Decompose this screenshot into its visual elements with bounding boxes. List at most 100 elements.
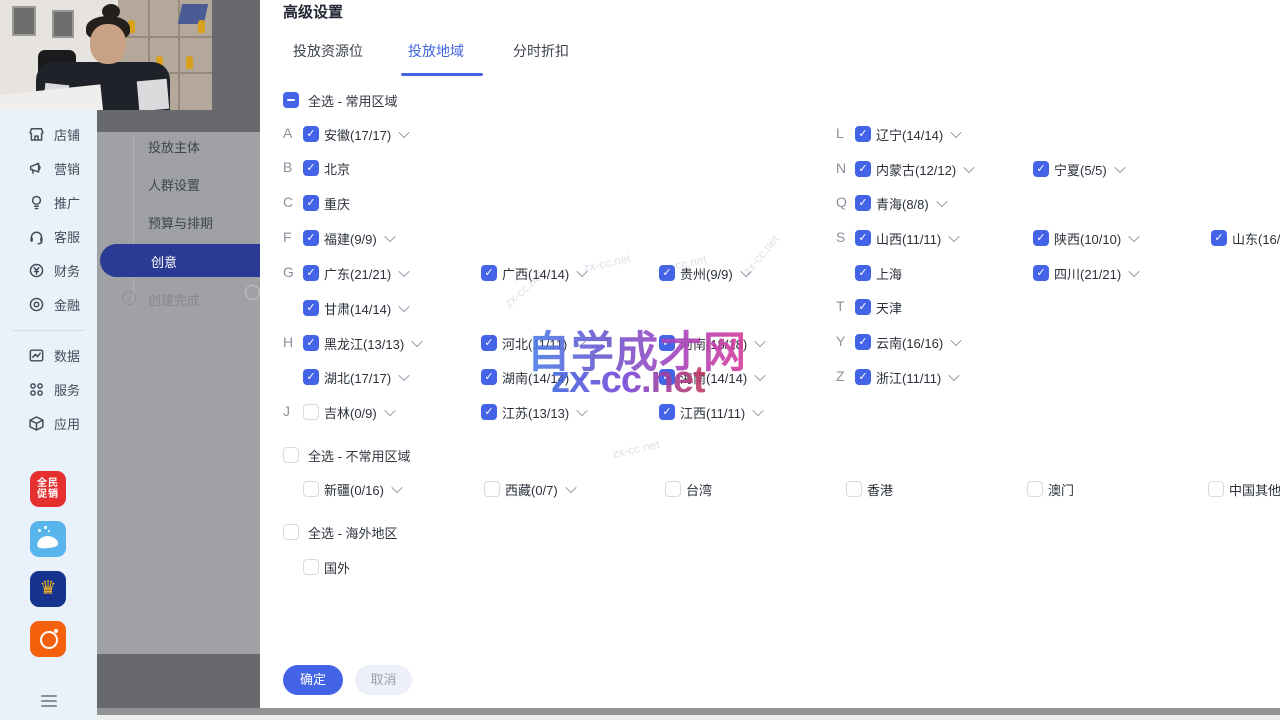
sidebar-item-coin[interactable]: 财务 [28, 260, 97, 280]
region-item[interactable]: 广东(21/21) [303, 263, 408, 283]
region-item[interactable]: 澳门 [1027, 479, 1074, 499]
chevron-down-icon[interactable] [951, 335, 962, 346]
chevron-down-icon[interactable] [391, 482, 402, 493]
checkbox[interactable] [481, 404, 497, 420]
region-item[interactable]: 北京 [303, 158, 350, 178]
checkbox[interactable] [665, 481, 681, 497]
checkbox[interactable] [303, 404, 319, 420]
chevron-down-icon[interactable] [936, 196, 947, 207]
quanmin-cuxiao-app-icon[interactable]: 全民促销 [30, 471, 66, 507]
chevron-down-icon[interactable] [753, 405, 764, 416]
region-item[interactable]: 云南(16/16) [855, 332, 960, 352]
chevron-down-icon[interactable] [399, 370, 410, 381]
tab-time-discount[interactable]: 分时折扣 [513, 41, 569, 61]
chevron-down-icon[interactable] [949, 370, 960, 381]
checkbox[interactable] [283, 447, 299, 463]
chevron-down-icon[interactable] [755, 370, 766, 381]
checkbox[interactable] [303, 126, 319, 142]
checkbox[interactable] [855, 299, 871, 315]
step-item[interactable]: 人群设置 [148, 175, 200, 194]
checkbox[interactable] [1027, 481, 1043, 497]
step-item-active-pill[interactable]: 创意 [100, 244, 260, 277]
chevron-down-icon[interactable] [964, 162, 975, 173]
checkbox[interactable] [303, 265, 319, 281]
region-item[interactable]: 福建(9/9) [303, 228, 394, 248]
chevron-down-icon[interactable] [951, 127, 962, 138]
checkbox[interactable] [855, 265, 871, 281]
checkbox[interactable] [303, 481, 319, 497]
region-item[interactable]: 内蒙古(12/12) [855, 159, 973, 179]
region-item[interactable]: 新疆(0/16) [303, 479, 401, 499]
region-item[interactable]: 西藏(0/7) [484, 479, 575, 499]
checkbox[interactable] [1033, 230, 1049, 246]
checkbox[interactable] [303, 160, 319, 176]
checkbox[interactable] [303, 195, 319, 211]
checkbox[interactable] [855, 161, 871, 177]
sidebar-item-target[interactable]: 金融 [28, 294, 97, 314]
checkbox[interactable] [303, 230, 319, 246]
select-all-common-regions[interactable]: 全选 - 常用区域 [283, 90, 398, 110]
chevron-down-icon[interactable] [577, 405, 588, 416]
checkbox[interactable] [659, 404, 675, 420]
chevron-down-icon[interactable] [1129, 231, 1140, 242]
region-item[interactable]: 天津 [855, 297, 902, 317]
chevron-down-icon[interactable] [1129, 266, 1140, 277]
checkbox[interactable] [1211, 230, 1227, 246]
checkbox[interactable] [283, 524, 299, 540]
region-item[interactable]: 陕西(10/10) [1033, 228, 1138, 248]
checkbox[interactable] [855, 126, 871, 142]
chevron-down-icon[interactable] [399, 266, 410, 277]
region-item[interactable]: 江苏(13/13) [481, 402, 586, 422]
region-item[interactable]: 黑龙江(13/13) [303, 333, 421, 353]
region-item[interactable]: 青海(8/8) [855, 193, 946, 213]
chevron-down-icon[interactable] [755, 336, 766, 347]
checkbox[interactable] [303, 369, 319, 385]
region-item[interactable]: 吉林(0/9) [303, 402, 394, 422]
checkbox[interactable] [481, 265, 497, 281]
checkbox[interactable] [283, 92, 299, 108]
region-item[interactable]: 中国其他 [1208, 479, 1280, 499]
region-item[interactable]: 山东(16/16) [1211, 228, 1280, 248]
region-item[interactable]: 安徽(17/17) [303, 124, 408, 144]
hamburger-menu-icon[interactable] [41, 692, 57, 710]
region-item[interactable]: 辽宁(14/14) [855, 124, 960, 144]
chevron-down-icon[interactable] [399, 127, 410, 138]
region-item[interactable]: 香港 [846, 479, 893, 499]
region-item[interactable]: 湖北(17/17) [303, 367, 408, 387]
checkbox[interactable] [846, 481, 862, 497]
sidebar-item-cube[interactable]: 应用 [28, 413, 97, 433]
checkbox[interactable] [303, 300, 319, 316]
chevron-down-icon[interactable] [565, 482, 576, 493]
confirm-button[interactable]: 确定 [283, 665, 343, 695]
chevron-down-icon[interactable] [1114, 162, 1125, 173]
checkbox[interactable] [1208, 481, 1224, 497]
chevron-down-icon[interactable] [412, 336, 423, 347]
region-item[interactable]: 上海 [855, 263, 902, 283]
checkbox[interactable] [303, 335, 319, 351]
camera-app-icon[interactable] [30, 621, 66, 657]
sidebar-item-chart[interactable]: 数据 [28, 345, 97, 365]
checkbox[interactable] [855, 195, 871, 211]
region-item[interactable]: 浙江(11/11) [855, 367, 958, 387]
region-item[interactable]: 宁夏(5/5) [1033, 159, 1124, 179]
checkbox[interactable] [484, 481, 500, 497]
region-item[interactable]: 山西(11/11) [855, 228, 958, 248]
region-item[interactable]: 重庆 [303, 193, 350, 213]
tab-regions[interactable]: 投放地域 [408, 41, 464, 61]
checkbox[interactable] [481, 335, 497, 351]
checkbox[interactable] [1033, 161, 1049, 177]
bottom-scrollbar[interactable] [97, 708, 1280, 715]
crown-app-icon[interactable]: ♛ [30, 571, 66, 607]
step-item[interactable]: 投放主体 [148, 137, 200, 156]
checkbox[interactable] [855, 369, 871, 385]
step-item[interactable]: 创建完成 [148, 290, 200, 309]
select-all-uncommon-regions[interactable]: 全选 - 不常用区域 [283, 445, 411, 465]
checkbox[interactable] [855, 334, 871, 350]
sidebar-item-headset[interactable]: 客服 [28, 226, 97, 246]
region-item[interactable]: 江西(11/11) [659, 402, 762, 422]
tab-resource-slots[interactable]: 投放资源位 [293, 41, 363, 61]
step-item[interactable]: 预算与排期 [148, 213, 213, 232]
whale-app-icon[interactable] [30, 521, 66, 557]
region-item[interactable]: 四川(21/21) [1033, 263, 1138, 283]
sidebar-item-shop[interactable]: 店铺 [28, 124, 97, 144]
